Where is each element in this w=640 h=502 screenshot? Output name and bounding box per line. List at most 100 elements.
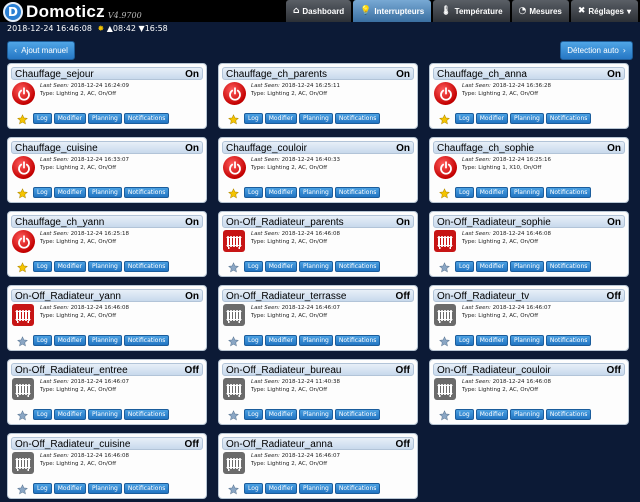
modifier-button[interactable]: Modifier: [264, 187, 297, 198]
star-outline-icon[interactable]: [17, 408, 28, 421]
star-outline-icon[interactable]: [17, 482, 28, 495]
device-icon-wrap[interactable]: [12, 156, 35, 179]
planning-button[interactable]: Planning: [87, 187, 122, 198]
log-button[interactable]: Log: [244, 113, 263, 124]
radiator-off-icon[interactable]: [223, 452, 245, 474]
device-icon-wrap[interactable]: [223, 378, 246, 401]
power-icon[interactable]: [12, 156, 35, 179]
star-outline-icon[interactable]: [228, 408, 239, 421]
modifier-button[interactable]: Modifier: [53, 113, 86, 124]
device-icon-wrap[interactable]: [434, 156, 457, 179]
log-button[interactable]: Log: [455, 409, 474, 420]
notifications-button[interactable]: Notifications: [545, 409, 592, 420]
power-icon[interactable]: [434, 156, 457, 179]
log-button[interactable]: Log: [455, 187, 474, 198]
notifications-button[interactable]: Notifications: [334, 409, 381, 420]
radiator-on-icon[interactable]: [223, 230, 245, 252]
favorite-star-icon[interactable]: [228, 112, 239, 125]
radiator-off-icon[interactable]: [434, 304, 456, 326]
star-outline-icon[interactable]: [439, 408, 450, 421]
device-icon-wrap[interactable]: [223, 230, 246, 253]
planning-button[interactable]: Planning: [87, 113, 122, 124]
add-manual-button[interactable]: ‹ Ajout manuel: [7, 41, 75, 60]
planning-button[interactable]: Planning: [87, 409, 122, 420]
device-icon-wrap[interactable]: [434, 82, 457, 105]
nav-tab-temperature[interactable]: 🌡 Température: [433, 0, 510, 22]
device-icon-wrap[interactable]: [434, 304, 457, 327]
modifier-button[interactable]: Modifier: [264, 113, 297, 124]
device-icon-wrap[interactable]: [223, 82, 246, 105]
nav-tab-mesures[interactable]: ◔ Mesures: [511, 0, 569, 22]
radiator-off-icon[interactable]: [12, 378, 34, 400]
planning-button[interactable]: Planning: [509, 335, 544, 346]
power-icon[interactable]: [434, 82, 457, 105]
notifications-button[interactable]: Notifications: [545, 261, 592, 272]
log-button[interactable]: Log: [244, 335, 263, 346]
device-icon-wrap[interactable]: [12, 82, 35, 105]
modifier-button[interactable]: Modifier: [475, 261, 508, 272]
modifier-button[interactable]: Modifier: [475, 335, 508, 346]
log-button[interactable]: Log: [455, 261, 474, 272]
planning-button[interactable]: Planning: [298, 113, 333, 124]
planning-button[interactable]: Planning: [509, 409, 544, 420]
device-icon-wrap[interactable]: [223, 452, 246, 475]
power-icon[interactable]: [223, 82, 246, 105]
planning-button[interactable]: Planning: [87, 335, 122, 346]
log-button[interactable]: Log: [244, 483, 263, 494]
log-button[interactable]: Log: [33, 113, 52, 124]
planning-button[interactable]: Planning: [298, 483, 333, 494]
notifications-button[interactable]: Notifications: [334, 335, 381, 346]
device-icon-wrap[interactable]: [434, 378, 457, 401]
notifications-button[interactable]: Notifications: [123, 113, 170, 124]
log-button[interactable]: Log: [244, 409, 263, 420]
modifier-button[interactable]: Modifier: [475, 113, 508, 124]
star-outline-icon[interactable]: [439, 334, 450, 347]
log-button[interactable]: Log: [33, 261, 52, 272]
notifications-button[interactable]: Notifications: [123, 335, 170, 346]
star-outline-icon[interactable]: [228, 260, 239, 273]
radiator-off-icon[interactable]: [434, 378, 456, 400]
planning-button[interactable]: Planning: [87, 261, 122, 272]
log-button[interactable]: Log: [455, 335, 474, 346]
power-icon[interactable]: [223, 156, 246, 179]
nav-tab-reglages[interactable]: ✖ Réglages ▾: [570, 0, 638, 22]
star-outline-icon[interactable]: [17, 334, 28, 347]
notifications-button[interactable]: Notifications: [123, 187, 170, 198]
planning-button[interactable]: Planning: [298, 335, 333, 346]
notifications-button[interactable]: Notifications: [545, 113, 592, 124]
favorite-star-icon[interactable]: [17, 260, 28, 273]
planning-button[interactable]: Planning: [298, 187, 333, 198]
device-icon-wrap[interactable]: [12, 304, 35, 327]
device-icon-wrap[interactable]: [223, 156, 246, 179]
notifications-button[interactable]: Notifications: [334, 261, 381, 272]
star-outline-icon[interactable]: [228, 482, 239, 495]
modifier-button[interactable]: Modifier: [264, 409, 297, 420]
log-button[interactable]: Log: [33, 335, 52, 346]
log-button[interactable]: Log: [455, 113, 474, 124]
device-icon-wrap[interactable]: [12, 378, 35, 401]
notifications-button[interactable]: Notifications: [334, 483, 381, 494]
planning-button[interactable]: Planning: [298, 409, 333, 420]
planning-button[interactable]: Planning: [509, 187, 544, 198]
power-icon[interactable]: [12, 82, 35, 105]
nav-tab-interrupteurs[interactable]: 💡 Interrupteurs: [353, 0, 432, 22]
modifier-button[interactable]: Modifier: [53, 409, 86, 420]
modifier-button[interactable]: Modifier: [53, 187, 86, 198]
favorite-star-icon[interactable]: [439, 112, 450, 125]
log-button[interactable]: Log: [244, 187, 263, 198]
modifier-button[interactable]: Modifier: [475, 187, 508, 198]
device-icon-wrap[interactable]: [223, 304, 246, 327]
radiator-off-icon[interactable]: [12, 452, 34, 474]
notifications-button[interactable]: Notifications: [334, 187, 381, 198]
planning-button[interactable]: Planning: [509, 113, 544, 124]
modifier-button[interactable]: Modifier: [475, 409, 508, 420]
modifier-button[interactable]: Modifier: [264, 335, 297, 346]
star-outline-icon[interactable]: [228, 334, 239, 347]
favorite-star-icon[interactable]: [17, 112, 28, 125]
log-button[interactable]: Log: [244, 261, 263, 272]
planning-button[interactable]: Planning: [298, 261, 333, 272]
app-logo[interactable]: D Domoticz V4.9700: [3, 1, 142, 23]
log-button[interactable]: Log: [33, 409, 52, 420]
notifications-button[interactable]: Notifications: [545, 335, 592, 346]
favorite-star-icon[interactable]: [228, 186, 239, 199]
